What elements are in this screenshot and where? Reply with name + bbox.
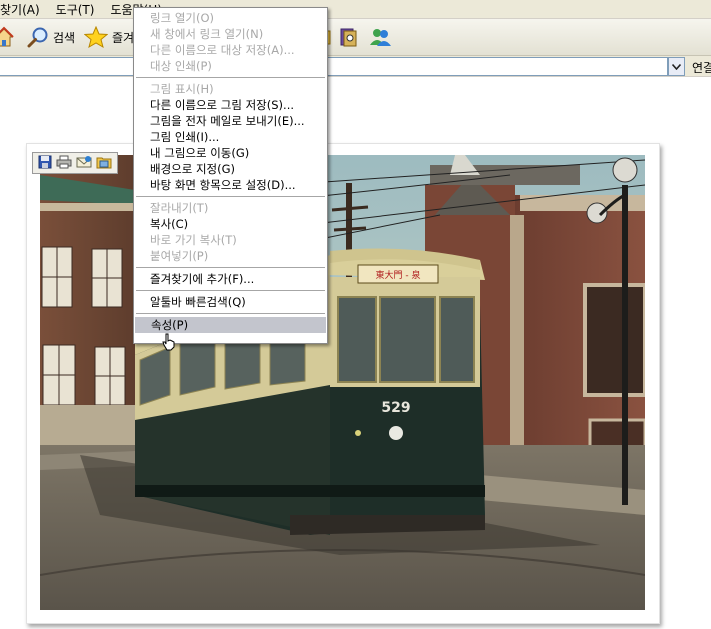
context-menu-item: 붙여넣기(P): [150, 249, 209, 263]
menu-find[interactable]: 찾기(A): [0, 1, 40, 18]
context-menu-item[interactable]: 그림을 전자 메일로 보내기(E)...: [134, 113, 327, 129]
image-email-button[interactable]: [76, 155, 92, 172]
messenger-icon: [370, 29, 391, 46]
search-icon: [27, 27, 48, 48]
context-menu-item[interactable]: 배경으로 지정(G): [134, 161, 327, 177]
messenger-button[interactable]: [368, 25, 392, 49]
print-icon: [56, 155, 72, 168]
image-print-button[interactable]: [56, 155, 72, 172]
hand-cursor-icon: [162, 333, 175, 351]
home-icon: [0, 26, 14, 47]
context-menu-item: 바로 가기 복사(T): [150, 233, 237, 247]
home-button[interactable]: [0, 25, 14, 49]
favorites-star-icon: [84, 26, 108, 48]
email-icon: [76, 155, 92, 167]
context-menu-item[interactable]: 내 그림으로 이동(G): [134, 145, 327, 161]
menu-bar: 찾기(A) 도구(T) 도움말(H): [0, 0, 711, 19]
favorites-button[interactable]: 즐겨: [84, 25, 134, 49]
search-label: 검색: [53, 30, 76, 45]
context-menu-item: 잘라내기(T): [150, 201, 209, 215]
menu-separator: [136, 196, 325, 197]
menu-separator: [136, 290, 325, 291]
favorites-label: 즐겨: [112, 30, 135, 45]
toolbar: 검색 즐겨: [0, 19, 711, 56]
context-menu-item[interactable]: 바탕 화면 항목으로 설정(D)...: [134, 177, 327, 193]
context-menu-item: 다른 이름으로 대상 저장(A)...: [150, 43, 295, 57]
menu-tools[interactable]: 도구(T): [56, 1, 95, 18]
image-my-pictures-button[interactable]: [96, 155, 112, 172]
image-toolbar: [32, 152, 118, 174]
address-dropdown-button[interactable]: [668, 57, 685, 76]
context-menu-item: 새 창에서 링크 열기(N): [150, 27, 264, 41]
search-button[interactable]: 검색: [27, 25, 75, 49]
context-menu-item[interactable]: 속성(P): [135, 317, 326, 333]
menu-separator: [136, 267, 325, 268]
menu-separator: [136, 77, 325, 78]
context-menu: 링크 열기(O) 새 창에서 링크 열기(N) 다른 이름으로 대상 저장(A)..…: [133, 7, 328, 344]
tram-photo[interactable]: 東大門 - 泉 529: [40, 155, 645, 610]
my-pictures-icon: [96, 157, 112, 168]
image-save-button[interactable]: [38, 155, 52, 172]
context-menu-item[interactable]: 복사(C): [134, 216, 327, 232]
address-input[interactable]: [0, 57, 668, 76]
tram-sign-text: 東大門 - 泉: [376, 269, 421, 281]
context-menu-item[interactable]: 그림 인쇄(I)...: [134, 129, 327, 145]
chevron-down-icon: [672, 63, 681, 70]
go-button[interactable]: 연결: [692, 59, 711, 76]
address-bar: 연결: [0, 56, 711, 77]
research-button[interactable]: [338, 25, 360, 49]
save-icon: [38, 155, 52, 168]
context-menu-item[interactable]: 다른 이름으로 그림 저장(S)...: [134, 97, 327, 113]
context-menu-item: 링크 열기(O): [150, 11, 214, 25]
tram-number: 529: [381, 400, 410, 416]
menu-separator: [136, 313, 325, 314]
context-menu-item[interactable]: 즐겨찾기에 추가(F)...: [134, 271, 327, 287]
research-book-icon: [340, 28, 357, 47]
context-menu-item[interactable]: 알툴바 빠른검색(Q): [134, 294, 327, 310]
tram-photo-drawing: 東大門 - 泉 529: [40, 155, 645, 610]
context-menu-item: 그림 표시(H): [150, 82, 214, 96]
context-menu-item: 대상 인쇄(P): [150, 59, 212, 73]
